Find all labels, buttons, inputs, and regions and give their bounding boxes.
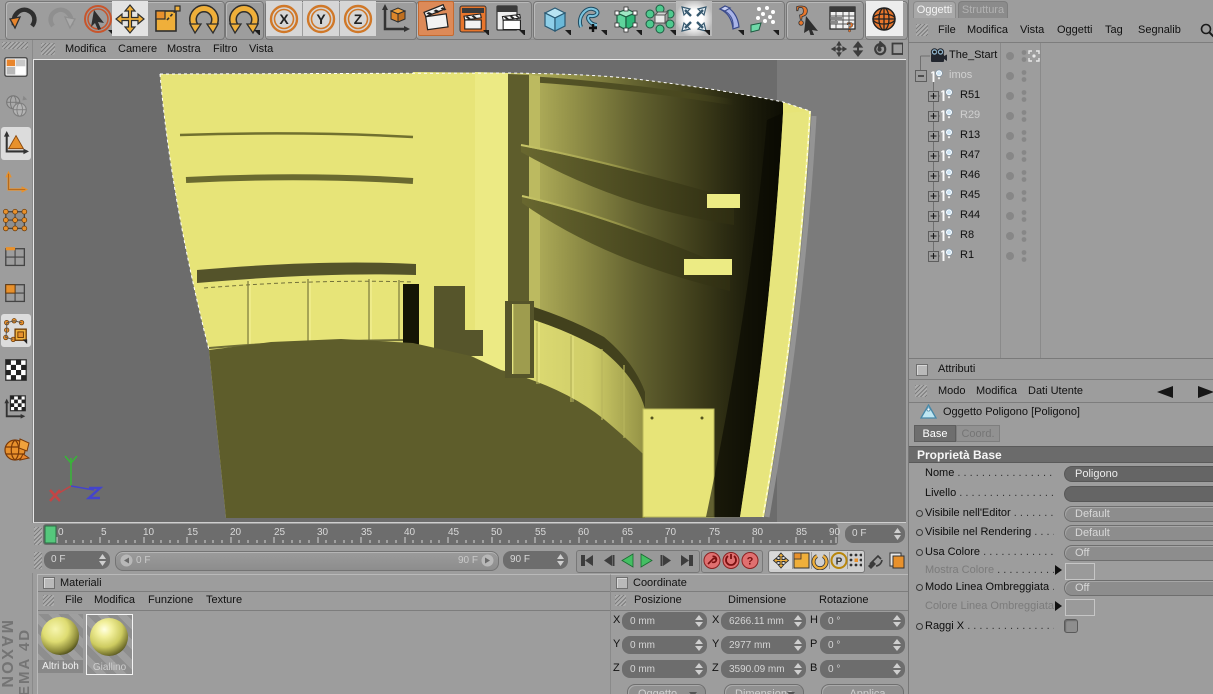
svg-text:65: 65 [622,527,634,538]
svg-text:50: 50 [491,527,503,538]
svg-text:30: 30 [317,527,329,538]
svg-text:85: 85 [796,527,808,538]
svg-text:75: 75 [709,527,721,538]
svg-text:15: 15 [187,527,199,538]
svg-text:Z: Z [354,11,363,27]
svg-text:80: 80 [752,527,764,538]
svg-text:20: 20 [230,527,242,538]
svg-text:Y: Y [316,11,326,27]
svg-text:25: 25 [274,527,286,538]
svg-text:90: 90 [829,527,841,538]
svg-text:70: 70 [665,527,677,538]
svg-text:X: X [279,11,289,27]
svg-text:35: 35 [361,527,373,538]
svg-text:60: 60 [578,527,590,538]
svg-text:45: 45 [448,527,460,538]
svg-text:?: ? [846,20,854,35]
svg-text:55: 55 [535,527,547,538]
svg-text:5: 5 [101,527,107,538]
svg-text:P: P [836,557,843,568]
svg-text:0: 0 [58,527,64,538]
svg-text:?: ? [747,556,754,568]
svg-text:40: 40 [404,527,416,538]
svg-text:10: 10 [143,527,155,538]
